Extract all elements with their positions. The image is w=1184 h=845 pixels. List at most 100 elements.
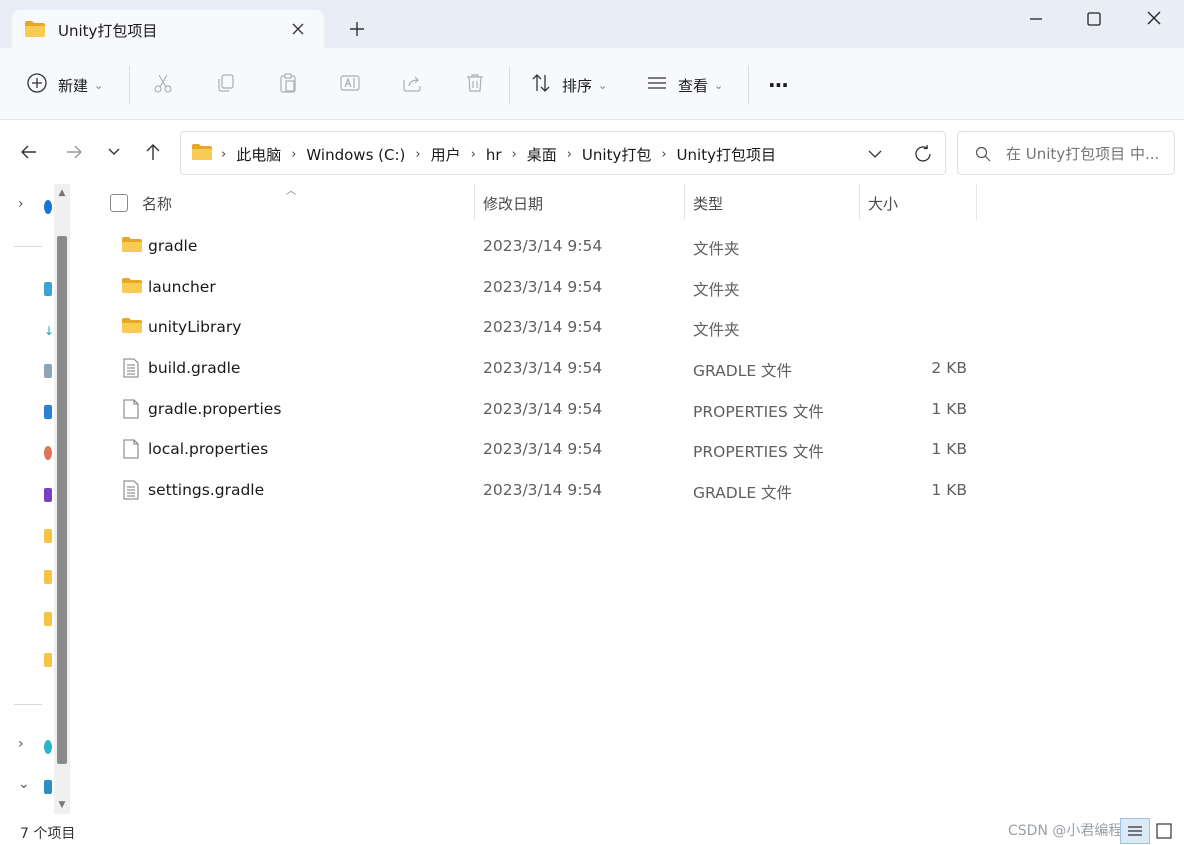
file-row[interactable]: unityLibrary 2023/3/14 9:54 文件夹 (76, 308, 1184, 348)
file-type: GRADLE 文件 (693, 484, 793, 502)
file-row[interactable]: gradle.properties 2023/3/14 9:54 PROPERT… (76, 390, 1184, 430)
file-name: build.gradle (148, 359, 241, 377)
chevron-right-icon[interactable]: › (471, 147, 476, 162)
file-size: 1 KB (931, 440, 967, 458)
chevron-right-icon[interactable]: › (18, 736, 24, 752)
download-icon[interactable]: ↓ (44, 324, 54, 338)
navigation-pane: › ↓ › ⌄ ▲ ▼ (0, 184, 76, 820)
share-button[interactable] (401, 72, 423, 98)
column-header-date[interactable]: 修改日期 (483, 193, 543, 214)
rename-button[interactable] (339, 72, 361, 98)
view-button[interactable]: 查看 ⌄ (646, 72, 723, 98)
file-type: 文件夹 (693, 321, 740, 339)
command-bar: 新建 ⌄ 排序 ⌄ 查看 ⌄ ··· (0, 48, 1184, 120)
back-arrow-icon[interactable] (18, 141, 40, 163)
column-divider[interactable] (684, 184, 685, 220)
folder-icon (122, 236, 142, 257)
file-name: unityLibrary (148, 318, 242, 336)
chevron-right-icon[interactable]: › (567, 147, 572, 162)
chevron-down-icon[interactable]: ⌄ (18, 776, 30, 792)
pictures-icon[interactable] (44, 405, 52, 419)
breadcrumb: › 此电脑 › Windows (C:) › 用户 › hr › 桌面 › Un… (221, 144, 776, 165)
tiles-view-icon[interactable] (1156, 823, 1172, 839)
file-row[interactable]: gradle 2023/3/14 9:54 文件夹 (76, 227, 1184, 267)
breadcrumb-item[interactable]: Windows (C:) (306, 146, 405, 164)
search-box[interactable] (957, 131, 1175, 175)
videos-icon[interactable] (44, 488, 52, 502)
music-icon[interactable] (44, 446, 52, 460)
file-row[interactable]: launcher 2023/3/14 9:54 文件夹 (76, 268, 1184, 308)
delete-button[interactable] (464, 72, 486, 98)
clipboard-icon (277, 72, 299, 98)
chevron-right-icon[interactable]: › (512, 147, 517, 162)
column-divider[interactable] (859, 184, 860, 220)
this-pc-icon[interactable] (44, 740, 52, 754)
item-count: 7 个项目 (20, 826, 76, 842)
rename-icon (339, 72, 361, 98)
file-date: 2023/3/14 9:54 (483, 278, 603, 296)
column-divider[interactable] (976, 184, 977, 220)
forward-arrow-icon[interactable] (63, 141, 85, 163)
new-tab-icon[interactable] (346, 18, 368, 40)
scroll-down-icon[interactable]: ▼ (55, 800, 69, 814)
chevron-right-icon[interactable]: › (415, 147, 420, 162)
folder-icon[interactable] (44, 612, 52, 626)
select-all-checkbox[interactable] (110, 194, 128, 212)
column-divider[interactable] (474, 184, 475, 220)
tab-active[interactable]: Unity打包项目 (12, 10, 324, 48)
search-input[interactable] (1006, 143, 1166, 165)
folder-icon[interactable] (44, 570, 52, 584)
column-header-type[interactable]: 类型 (693, 193, 723, 214)
add-circle-icon (26, 72, 48, 98)
breadcrumb-item[interactable]: 此电脑 (236, 144, 281, 165)
details-view-button[interactable] (1120, 818, 1150, 844)
minimize-button[interactable] (1014, 6, 1058, 32)
breadcrumb-item[interactable]: Unity打包 (582, 144, 651, 165)
file-type: PROPERTIES 文件 (693, 443, 824, 461)
chevron-right-icon[interactable]: › (18, 196, 24, 212)
file-row[interactable]: settings.gradle 2023/3/14 9:54 GRADLE 文件… (76, 471, 1184, 511)
file-type: 文件夹 (693, 240, 740, 258)
folder-icon (24, 20, 46, 42)
scrollbar-thumb[interactable] (57, 236, 67, 764)
chevron-right-icon[interactable]: › (291, 147, 296, 162)
sort-button[interactable]: 排序 ⌄ (530, 72, 607, 98)
network-icon[interactable] (44, 780, 52, 794)
scroll-up-icon[interactable]: ▲ (55, 188, 69, 202)
breadcrumb-item-current[interactable]: Unity打包项目 (677, 144, 776, 165)
breadcrumb-item[interactable]: 桌面 (527, 144, 557, 165)
scissors-icon (152, 72, 174, 98)
close-tab-icon[interactable] (288, 19, 308, 39)
up-arrow-icon[interactable] (142, 141, 164, 163)
nav-divider (14, 246, 42, 247)
watermark-text: CSDN @小君编程 (1008, 823, 1123, 839)
address-row: › 此电脑 › Windows (C:) › 用户 › hr › 桌面 › Un… (0, 120, 1184, 184)
onedrive-icon[interactable] (44, 200, 52, 214)
new-button[interactable]: 新建 ⌄ (26, 72, 103, 98)
breadcrumb-item[interactable]: hr (486, 146, 502, 164)
chevron-right-icon[interactable]: › (661, 147, 666, 162)
documents-icon[interactable] (44, 364, 52, 378)
file-size: 1 KB (931, 400, 967, 418)
column-header-size[interactable]: 大小 (868, 193, 898, 214)
address-bar[interactable]: › 此电脑 › Windows (C:) › 用户 › hr › 桌面 › Un… (180, 131, 946, 175)
refresh-icon[interactable] (912, 143, 934, 165)
breadcrumb-item[interactable]: 用户 (431, 144, 461, 165)
folder-icon[interactable] (44, 529, 52, 543)
desktop-icon[interactable] (44, 282, 52, 296)
file-row[interactable]: local.properties 2023/3/14 9:54 PROPERTI… (76, 430, 1184, 470)
more-options-button[interactable]: ··· (768, 72, 789, 98)
close-window-button[interactable] (1132, 6, 1176, 32)
cut-button[interactable] (152, 72, 174, 98)
file-row[interactable]: build.gradle 2023/3/14 9:54 GRADLE 文件 2 … (76, 349, 1184, 389)
chevron-right-icon: › (221, 147, 227, 162)
sort-ascending-icon: ︿ (286, 186, 296, 197)
column-header-name[interactable]: 名称 (142, 193, 172, 214)
paste-button[interactable] (277, 72, 299, 98)
folder-icon[interactable] (44, 653, 52, 667)
copy-button[interactable] (215, 72, 237, 98)
recent-locations-icon[interactable] (103, 141, 125, 163)
address-dropdown-icon[interactable] (865, 144, 885, 164)
maximize-button[interactable] (1072, 6, 1116, 32)
chevron-down-icon: ⌄ (714, 78, 724, 92)
